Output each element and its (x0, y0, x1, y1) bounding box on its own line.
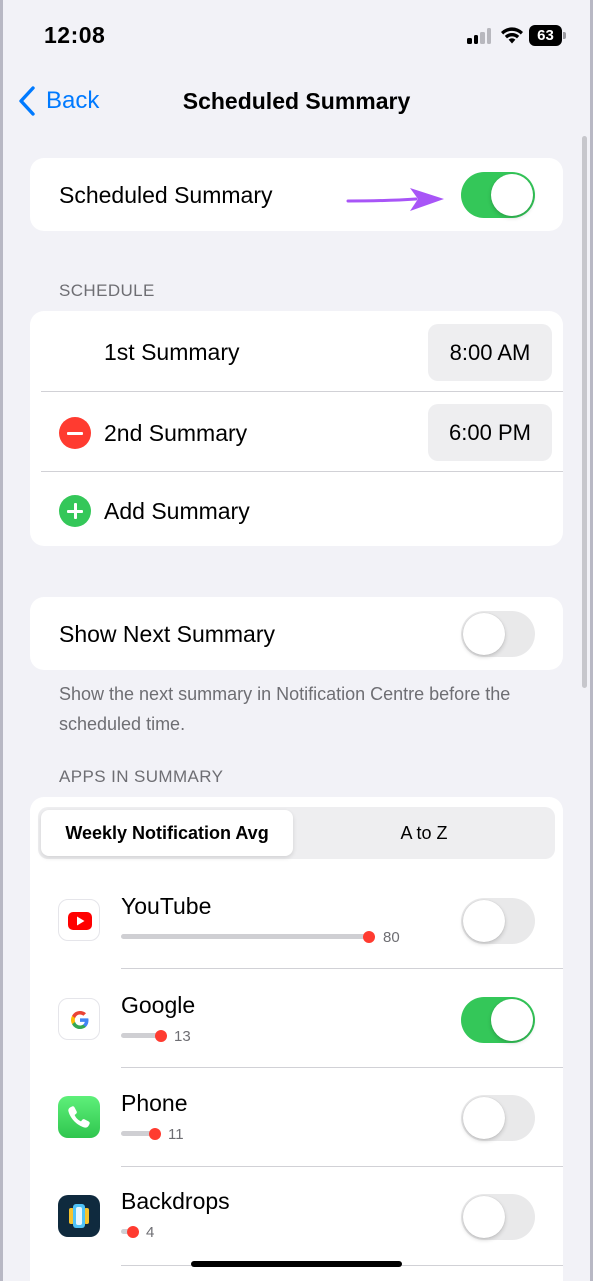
show-next-summary-card: Show Next Summary (30, 597, 563, 670)
app-notification-count: 13 (174, 1028, 191, 1045)
sort-segmented-control: Weekly Notification Avg A to Z (38, 807, 555, 859)
sort-weekly-avg-tab[interactable]: Weekly Notification Avg (41, 810, 293, 856)
battery-icon: 63 (529, 25, 567, 46)
remove-summary-icon[interactable] (59, 417, 91, 449)
scrollbar[interactable] (582, 136, 587, 688)
arrow-annotation-icon (346, 188, 444, 211)
app-notification-count: 80 (383, 929, 400, 946)
status-time: 12:08 (44, 22, 106, 48)
navigation-bar: Back Scheduled Summary (0, 70, 593, 132)
schedule-section-header: SCHEDULE (59, 281, 155, 300)
schedule-card: 1st Summary 8:00 AM 2nd Summary 6:00 PM … (30, 311, 563, 546)
backdrops-icon (58, 1195, 100, 1237)
apps-section-header: APPS IN SUMMARY (59, 767, 224, 786)
app-notification-count: 4 (146, 1224, 155, 1241)
youtube-toggle[interactable] (461, 898, 535, 944)
google-toggle[interactable] (461, 997, 535, 1043)
youtube-icon (58, 899, 100, 941)
app-name: Backdrops (121, 1188, 230, 1214)
google-icon (58, 998, 100, 1040)
app-notification-count: 11 (168, 1126, 184, 1143)
show-next-summary-footnote: Show the next summary in Notification Ce… (59, 684, 511, 734)
scheduled-summary-card: Scheduled Summary (30, 158, 563, 231)
backdrops-toggle[interactable] (461, 1194, 535, 1240)
add-summary-icon[interactable] (59, 495, 91, 527)
first-summary-time-button[interactable]: 8:00 AM (428, 324, 552, 381)
sort-a-to-z-tab[interactable]: A to Z (296, 810, 552, 856)
home-indicator[interactable] (191, 1261, 402, 1267)
second-summary-label: 2nd Summary (104, 420, 248, 446)
phone-toggle[interactable] (461, 1095, 535, 1141)
second-summary-time-button[interactable]: 6:00 PM (428, 404, 552, 461)
scheduled-summary-toggle[interactable] (461, 172, 535, 218)
apps-card: Weekly Notification Avg A to Z YouTube 8… (30, 797, 563, 1281)
scheduled-summary-label: Scheduled Summary (59, 182, 273, 208)
wifi-icon (501, 27, 523, 44)
show-next-summary-toggle[interactable] (461, 611, 535, 657)
app-name: Google (121, 992, 196, 1018)
first-summary-label: 1st Summary (104, 339, 240, 365)
app-name: YouTube (121, 893, 212, 919)
battery-level: 63 (529, 25, 562, 46)
app-name: Phone (121, 1090, 188, 1116)
cellular-signal-icon (467, 28, 493, 44)
show-next-summary-label: Show Next Summary (59, 621, 276, 647)
phone-icon (58, 1096, 100, 1138)
status-bar: 12:08 63 (0, 0, 593, 70)
add-summary-button[interactable]: Add Summary (104, 498, 250, 525)
page-title: Scheduled Summary (182, 88, 411, 114)
